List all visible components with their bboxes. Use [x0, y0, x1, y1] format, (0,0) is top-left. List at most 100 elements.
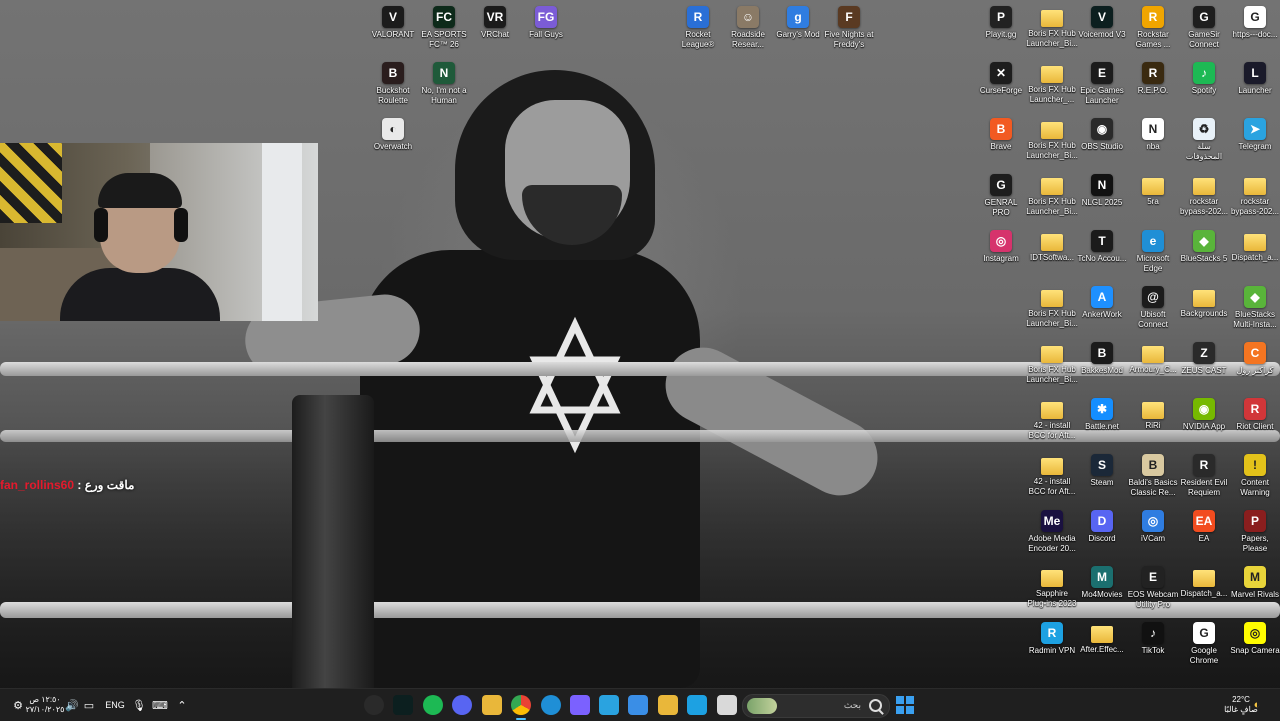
desktop-shortcut[interactable]: After.Effec... — [1076, 622, 1128, 665]
onscreen-keyboard-icon[interactable]: ⌨ — [152, 695, 168, 715]
desktop-shortcut[interactable]: A AnkerWork — [1076, 286, 1128, 330]
desktop-shortcut[interactable]: Ghttps---doc... — [1229, 6, 1280, 50]
desktop-shortcut[interactable]: ! Content Warning — [1229, 454, 1280, 498]
desktop-shortcut[interactable]: N No, I'm not a Human — [418, 62, 470, 106]
desktop-shortcut[interactable]: RiRi — [1127, 398, 1179, 441]
desktop-shortcut[interactable]: 42 - install BCC for Aft... — [1026, 398, 1078, 441]
desktop-shortcut[interactable]: g Garry's Mod — [772, 6, 824, 50]
chevron-up-icon[interactable]: ⌃ — [175, 695, 189, 715]
desktop-shortcut[interactable]: R Radmin VPN — [1026, 622, 1078, 666]
desktop-shortcut[interactable]: P Papers, Please — [1229, 510, 1280, 554]
desktop-shortcut[interactable]: N NLGL 2025 — [1076, 174, 1128, 218]
desktop-shortcut[interactable]: ◉ NVIDIA App — [1178, 398, 1230, 442]
desktop-shortcut[interactable]: ◆ BlueStacks 5 — [1178, 230, 1230, 274]
desktop-shortcut[interactable]: Boris FX Hub Launcher_Bi... — [1026, 118, 1078, 161]
desktop-shortcut[interactable]: ◉ OBS Studio — [1076, 118, 1128, 162]
desktop-shortcut[interactable]: M Marvel Rivals — [1229, 566, 1280, 610]
gear-icon[interactable]: ⚙ — [12, 695, 24, 715]
desktop-shortcut[interactable]: Boris FX Hub Launcher_Bi... — [1026, 174, 1078, 217]
taskbar-app-button[interactable] — [570, 695, 590, 715]
desktop-shortcut[interactable]: V Voicemod V3 — [1076, 6, 1128, 50]
desktop-shortcut[interactable]: F Five Nights at Freddy's — [823, 6, 875, 50]
taskbar-app-button[interactable] — [687, 695, 707, 715]
taskbar-app-button[interactable] — [393, 695, 413, 715]
desktop-shortcut[interactable]: ✕ CurseForge — [975, 62, 1027, 106]
desktop-shortcut[interactable]: L Launcher — [1229, 62, 1280, 106]
clock[interactable]: ١٢:٥٠ ص ٢٧/١٠/٢٠٢٥ — [26, 695, 65, 715]
taskbar-app-button[interactable] — [482, 695, 502, 715]
desktop-shortcut[interactable]: VR VRChat — [469, 6, 521, 50]
desktop-shortcut[interactable]: B Brave — [975, 118, 1027, 162]
taskbar-app-button[interactable] — [423, 695, 443, 715]
desktop-shortcut[interactable]: EA EA — [1178, 510, 1230, 554]
desktop-shortcut[interactable]: Z ZEUS CAST — [1178, 342, 1230, 386]
desktop-shortcut[interactable]: R R.E.P.O. — [1127, 62, 1179, 106]
desktop-shortcut[interactable]: ➤ Telegram — [1229, 118, 1280, 162]
desktop-shortcut[interactable]: B Buckshot Roulette — [367, 62, 419, 106]
desktop-shortcut[interactable]: e Microsoft Edge — [1127, 230, 1179, 274]
desktop-shortcut[interactable]: V VALORANT — [367, 6, 419, 50]
desktop-shortcut[interactable]: R Rockstar Games ... — [1127, 6, 1179, 50]
desktop-shortcut[interactable]: G GENRAL PRO — [975, 174, 1027, 218]
desktop-shortcut[interactable]: T TcNo Accou... — [1076, 230, 1128, 274]
desktop-shortcut[interactable]: ◎ Snap Camera — [1229, 622, 1280, 666]
taskbar-app-button[interactable] — [717, 695, 737, 715]
desktop-shortcut[interactable]: rockstar bypass-202... — [1229, 174, 1280, 217]
desktop-shortcut[interactable]: Backgrounds — [1178, 286, 1230, 329]
taskbar-app-button[interactable] — [658, 695, 678, 715]
desktop-shortcut[interactable]: G GameSir Connect — [1178, 6, 1230, 50]
desktop-shortcut[interactable]: R Rocket League® — [672, 6, 724, 50]
search-input[interactable]: بحث — [742, 694, 890, 718]
desktop-shortcut[interactable]: ◎ iVCam — [1127, 510, 1179, 554]
taskbar-app-button[interactable] — [364, 695, 384, 715]
taskbar-app-button[interactable] — [628, 695, 648, 715]
taskbar-app-button[interactable] — [452, 695, 472, 715]
desktop-shortcut[interactable]: E Epic Games Launcher — [1076, 62, 1128, 106]
desktop-shortcut[interactable]: 42 - install BCC for Aft... — [1026, 454, 1078, 497]
desktop-shortcut[interactable]: FC EA SPORTS FC™ 26 — [418, 6, 470, 50]
rockstar-icon: R — [1142, 6, 1164, 28]
microphone-icon[interactable]: 🎙 — [132, 695, 146, 715]
desktop-shortcut[interactable]: B Baldi's Basics Classic Re... — [1127, 454, 1179, 498]
desktop-shortcut[interactable]: Armoury_C... — [1127, 342, 1179, 385]
desktop-shortcut[interactable]: Dispatch_a... — [1178, 566, 1230, 609]
speaker-icon[interactable]: 🔊 — [64, 695, 80, 715]
desktop-shortcut[interactable]: ♻ سلة المحذوفات — [1178, 118, 1230, 162]
desktop-shortcut[interactable]: Nnba — [1127, 118, 1179, 162]
desktop-shortcut[interactable]: M Mo4Movies — [1076, 566, 1128, 610]
desktop-shortcut[interactable]: Sapphire Plug-ins 2023 — [1026, 566, 1078, 609]
desktop-shortcut[interactable]: Boris FX Hub Launcher_Bi... — [1026, 342, 1078, 385]
desktop-shortcut[interactable]: Dispatch_a... — [1229, 230, 1280, 273]
desktop-shortcut[interactable]: ◆ BlueStacks Multi-Insta... — [1229, 286, 1280, 330]
taskbar-app-button[interactable] — [599, 695, 619, 715]
desktop-shortcut[interactable]: FG Fall Guys — [520, 6, 572, 50]
desktop-shortcut[interactable]: S Steam — [1076, 454, 1128, 498]
desktop-shortcut[interactable]: Me Adobe Media Encoder 20... — [1026, 510, 1078, 554]
desktop-shortcut[interactable]: ◎ Instagram — [975, 230, 1027, 274]
desktop-shortcut[interactable]: ◐ Overwatch — [367, 118, 419, 162]
language-indicator[interactable]: ENG — [104, 695, 126, 715]
desktop-shortcut[interactable]: ✱ Battle.net — [1076, 398, 1128, 442]
desktop-shortcut[interactable]: Boris FX Hub Launcher_Bi... — [1026, 286, 1078, 329]
desktop-shortcut[interactable]: B BakkesMod — [1076, 342, 1128, 386]
desktop-shortcut[interactable]: R Resident Evil Requiem — [1178, 454, 1230, 498]
desktop-shortcut[interactable]: R Riot Client — [1229, 398, 1280, 442]
desktop-shortcut[interactable]: G Google Chrome — [1178, 622, 1230, 666]
desktop-shortcut[interactable]: C كراكتر رول — [1229, 342, 1280, 386]
desktop-shortcut[interactable]: P Playit.gg — [975, 6, 1027, 50]
desktop-shortcut[interactable]: ♪ TikTok — [1127, 622, 1179, 666]
desktop-shortcut[interactable]: 5ra — [1127, 174, 1179, 217]
start-button[interactable] — [896, 696, 914, 714]
desktop-shortcut[interactable]: ♪ Spotify — [1178, 62, 1230, 106]
desktop-shortcut[interactable]: IDTSoftwa... — [1026, 230, 1078, 273]
desktop-shortcut[interactable]: rockstar bypass-202... — [1178, 174, 1230, 217]
desktop-shortcut[interactable]: @ Ubisoft Connect — [1127, 286, 1179, 330]
desktop-shortcut[interactable]: Boris FX Hub Launcher_... — [1026, 62, 1078, 105]
desktop-shortcut[interactable]: ☺ Roadside Resear... — [722, 6, 774, 50]
network-icon[interactable]: ▭ — [82, 695, 96, 715]
taskbar-app-button[interactable] — [541, 695, 561, 715]
desktop-shortcut[interactable]: D Discord — [1076, 510, 1128, 554]
taskbar-app-button[interactable] — [511, 695, 531, 720]
desktop-shortcut[interactable]: Boris FX Hub Launcher_Bi... — [1026, 6, 1078, 49]
desktop-shortcut[interactable]: E EOS Webcam Utility Pro — [1127, 566, 1179, 610]
